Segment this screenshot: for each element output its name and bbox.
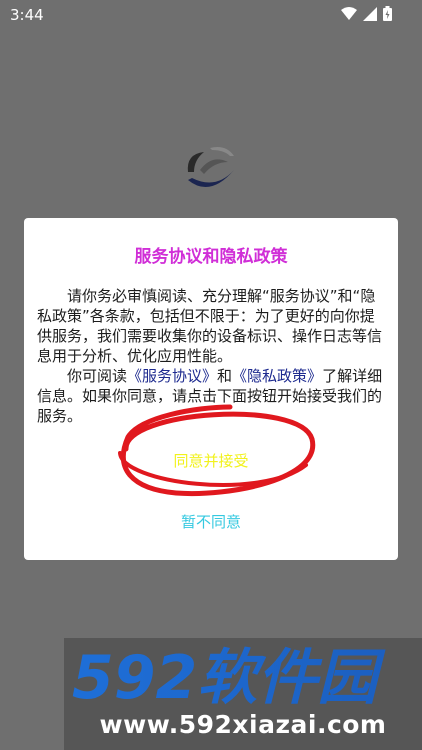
watermark-url: www.592xiazai.com	[99, 710, 387, 739]
paragraph-2-and: 和	[217, 367, 233, 385]
paragraph-2-prefix: 你可阅读	[67, 367, 128, 385]
dialog-paragraph-2: 你可阅读《服务协议》和《隐私政策》了解详细信息。如果你同意，请点击下面按钮开始接…	[37, 366, 386, 426]
battery-icon	[383, 6, 392, 21]
signal-icon	[363, 6, 377, 21]
service-agreement-link[interactable]: 《服务协议》	[127, 367, 217, 385]
reject-button[interactable]: 暂不同意	[24, 511, 398, 532]
status-time: 3:44	[10, 6, 44, 24]
watermark-logo: 592软件园	[72, 643, 386, 708]
privacy-dialog: 服务协议和隐私政策 请你务必审慎阅读、充分理解“服务协议”和“隐私政策”各条款，…	[24, 218, 398, 560]
privacy-policy-link[interactable]: 《隐私政策》	[232, 367, 322, 385]
dialog-paragraph-1: 请你务必审慎阅读、充分理解“服务协议”和“隐私政策”各条款，包括但不限于：为了更…	[37, 287, 383, 365]
status-bar: 3:44	[0, 0, 422, 30]
status-icons	[341, 6, 392, 21]
screen: 3:44 服务协议和隐私政策 请你务必审慎阅读、充分理解“服务协议”和“隐私政策…	[0, 0, 422, 750]
dialog-title: 服务协议和隐私政策	[134, 247, 288, 267]
watermark-logo-text: 592软件园	[72, 643, 386, 708]
swoosh-logo-icon	[187, 147, 234, 188]
wifi-icon	[341, 6, 357, 20]
dialog-body: 请你务必审慎阅读、充分理解“服务协议”和“隐私政策”各条款，包括但不限于：为了更…	[37, 286, 386, 426]
accept-button[interactable]: 同意并接受	[24, 450, 398, 471]
watermark: 592软件园 www.592xiazai.com	[64, 638, 422, 750]
